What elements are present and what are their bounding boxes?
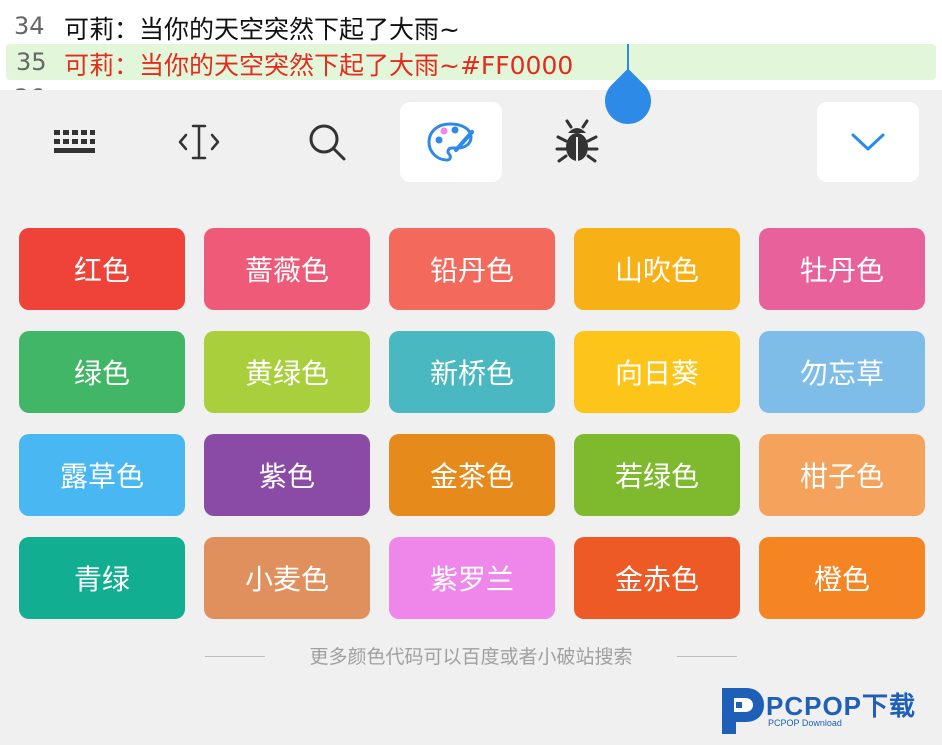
code-editor[interactable]: 33 34 可莉：当你的天空突然下起了大雨~ 35 可莉：当你的天空突然下起了大…: [0, 0, 942, 90]
debug-button[interactable]: [526, 102, 628, 182]
watermark-logo: PCPOP下载 PCPOP Download: [716, 678, 942, 745]
watermark-subtitle: PCPOP Download: [768, 718, 842, 728]
pcpop-logo-icon: [722, 688, 764, 734]
color-button[interactable]: 青绿: [19, 537, 185, 619]
palette-button[interactable]: [400, 102, 502, 182]
cursor-move-button[interactable]: [148, 102, 250, 182]
search-button[interactable]: [276, 102, 378, 182]
color-button[interactable]: 金赤色: [574, 537, 740, 619]
line-text[interactable]: 可莉：当你的天空突然下起了大雨~#FF0000: [64, 46, 573, 82]
collapse-button[interactable]: [817, 102, 919, 182]
footer-hint: 更多颜色代码可以百度或者小破站搜索: [0, 642, 942, 672]
color-button[interactable]: 牡丹色: [759, 228, 925, 310]
divider: [677, 656, 737, 657]
line-number: 34: [14, 12, 45, 40]
color-button[interactable]: 柑子色: [759, 434, 925, 516]
color-button[interactable]: 勿忘草: [759, 331, 925, 413]
footer-text: 更多颜色代码可以百度或者小破站搜索: [309, 646, 633, 668]
bug-icon: [555, 119, 599, 163]
editor-toolbar: [0, 96, 942, 192]
color-button[interactable]: 小麦色: [204, 537, 370, 619]
color-button[interactable]: 若绿色: [574, 434, 740, 516]
color-button[interactable]: 铅丹色: [389, 228, 555, 310]
color-button[interactable]: 露草色: [19, 434, 185, 516]
line-number: 33: [14, 0, 45, 4]
keyboard-button[interactable]: [23, 102, 125, 182]
editor-line-33[interactable]: 33: [0, 0, 942, 8]
palette-icon: [427, 122, 474, 162]
color-button[interactable]: 向日葵: [574, 331, 740, 413]
color-button[interactable]: 橙色: [759, 537, 925, 619]
line-number: 35: [16, 48, 47, 76]
search-icon: [309, 124, 346, 161]
color-button[interactable]: 蔷薇色: [204, 228, 370, 310]
color-button[interactable]: 山吹色: [574, 228, 740, 310]
color-button[interactable]: 金茶色: [389, 434, 555, 516]
line-text[interactable]: 可莉：当你的天空突然下起了大雨~: [64, 10, 460, 46]
keyboard-icon: [54, 130, 95, 153]
color-button[interactable]: 黄绿色: [204, 331, 370, 413]
editor-line-34[interactable]: 34 可莉：当你的天空突然下起了大雨~: [0, 8, 942, 44]
chevron-down-icon: [851, 133, 885, 151]
color-button[interactable]: 新桥色: [389, 331, 555, 413]
color-button[interactable]: 紫色: [204, 434, 370, 516]
cursor-move-icon: [178, 124, 220, 160]
color-button[interactable]: 绿色: [19, 331, 185, 413]
line-number: 36: [14, 84, 45, 90]
editor-line-35-current[interactable]: 35 可莉：当你的天空突然下起了大雨~#FF0000: [6, 44, 936, 80]
editor-line-36[interactable]: 36: [0, 80, 942, 90]
color-button[interactable]: 红色: [19, 228, 185, 310]
color-button[interactable]: 紫罗兰: [389, 537, 555, 619]
